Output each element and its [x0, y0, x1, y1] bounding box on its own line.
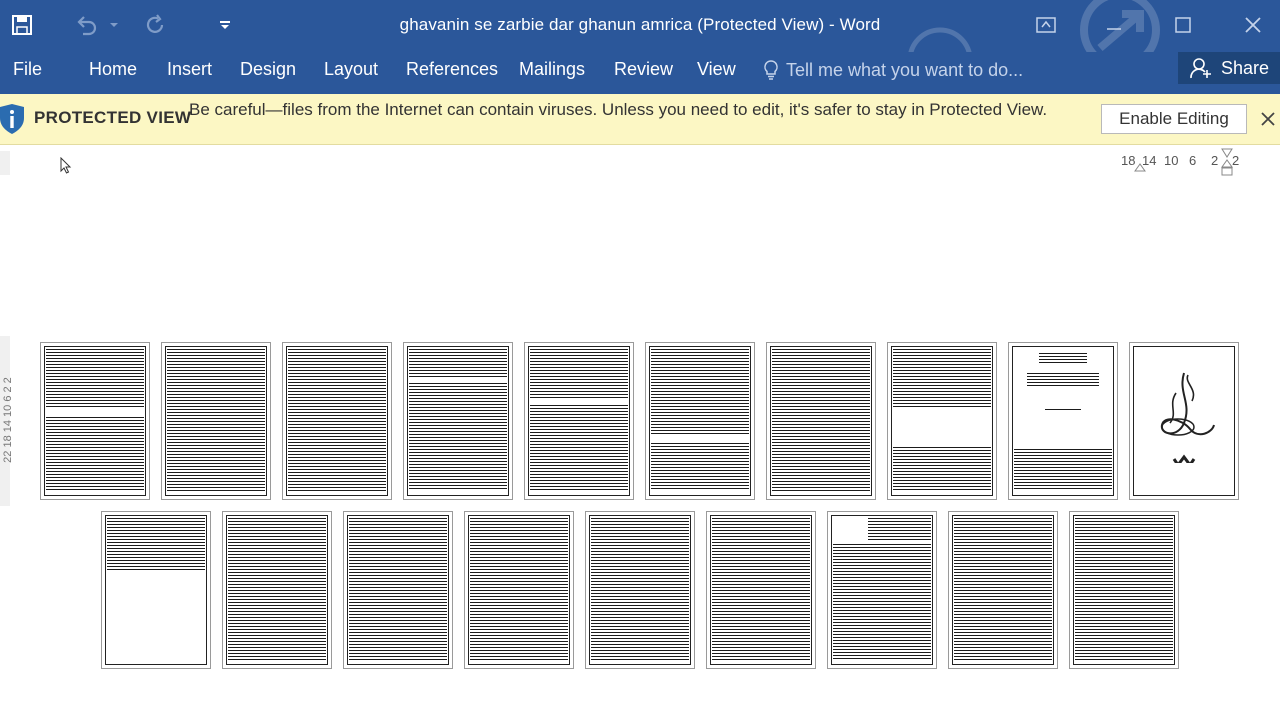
close-window-button[interactable] — [1238, 10, 1268, 40]
ribbon-tabs: File Home Insert Design Layout Reference… — [0, 52, 1280, 94]
tell-me-box[interactable]: Tell me what you want to do... — [762, 59, 1023, 81]
share-button[interactable]: Share — [1178, 52, 1280, 84]
tab-design[interactable]: Design — [240, 59, 296, 80]
tab-layout[interactable]: Layout — [324, 59, 378, 80]
add-person-icon — [1190, 58, 1211, 79]
close-protected-bar-button[interactable] — [1259, 110, 1277, 128]
vertical-ruler: 22 18 14 10 6 2 2 — [0, 336, 14, 506]
page-thumbnail[interactable] — [645, 342, 755, 500]
title-bar: ghavanin se zarbie dar ghanun amrica (Pr… — [0, 0, 1280, 93]
share-label: Share — [1220, 57, 1270, 78]
ruler-corner — [0, 151, 10, 175]
tell-me-placeholder: Tell me what you want to do... — [786, 59, 1024, 80]
shield-info-icon — [0, 104, 24, 134]
tab-home[interactable]: Home — [89, 59, 137, 80]
left-indent-marker[interactable] — [1134, 160, 1146, 172]
ruler-tick: 2 — [1211, 153, 1219, 168]
protected-view-title: PROTECTED VIEW — [34, 108, 192, 127]
page-thumbnail[interactable] — [1069, 511, 1179, 669]
page-thumbnail[interactable] — [887, 342, 997, 500]
calligraphy-seal-image — [1160, 372, 1215, 463]
page-thumbnail[interactable] — [1008, 342, 1118, 500]
tab-view[interactable]: View — [697, 59, 736, 80]
vertical-ruler-ticks: 22 18 14 10 6 2 2 — [2, 377, 14, 463]
page-thumbnail[interactable] — [585, 511, 695, 669]
page-thumbnail[interactable] — [282, 342, 392, 500]
enable-editing-button[interactable]: Enable Editing — [1101, 104, 1247, 134]
ruler-tick: 10 — [1164, 153, 1179, 168]
ribbon-display-icon — [1036, 17, 1056, 33]
maximize-button[interactable] — [1168, 10, 1198, 40]
page-thumbnail[interactable] — [40, 342, 150, 500]
page-thumbnail[interactable] — [1129, 342, 1239, 500]
minimize-icon — [1107, 28, 1121, 30]
tab-references[interactable]: References — [406, 59, 498, 80]
page-thumbnail[interactable] — [222, 511, 332, 669]
page-thumbnail[interactable] — [403, 342, 513, 500]
tab-mailings[interactable]: Mailings — [519, 59, 585, 80]
window-title: ghavanin se zarbie dar ghanun amrica (Pr… — [399, 15, 881, 34]
close-icon — [1261, 112, 1275, 126]
page-thumbnail[interactable] — [464, 511, 574, 669]
ribbon-display-button[interactable] — [1031, 10, 1061, 40]
right-indent-marker[interactable] — [1220, 148, 1234, 178]
tab-insert[interactable]: Insert — [167, 59, 212, 80]
protected-view-message: Be careful—files from the Internet can c… — [189, 100, 1048, 119]
horizontal-ruler: 18 14 10 6 2 2 — [1118, 148, 1242, 176]
close-icon — [1245, 17, 1261, 33]
page-thumbnail[interactable] — [766, 342, 876, 500]
tab-file[interactable]: File — [13, 59, 42, 80]
page-thumbnail[interactable] — [101, 511, 211, 669]
minimize-button[interactable] — [1099, 10, 1129, 40]
lightbulb-icon — [764, 60, 778, 80]
tab-review[interactable]: Review — [614, 59, 673, 80]
page-thumbnail[interactable] — [161, 342, 271, 500]
maximize-icon — [1175, 17, 1191, 33]
page-thumbnail[interactable] — [706, 511, 816, 669]
ruler-tick: 6 — [1189, 153, 1197, 168]
page-thumbnail[interactable] — [827, 511, 937, 669]
page-thumbnail[interactable] — [524, 342, 634, 500]
page-thumbnail[interactable] — [948, 511, 1058, 669]
mouse-cursor-icon — [60, 157, 72, 174]
protected-view-bar: PROTECTED VIEW Be careful—files from the… — [0, 94, 1280, 145]
page-thumbnail[interactable] — [343, 511, 453, 669]
